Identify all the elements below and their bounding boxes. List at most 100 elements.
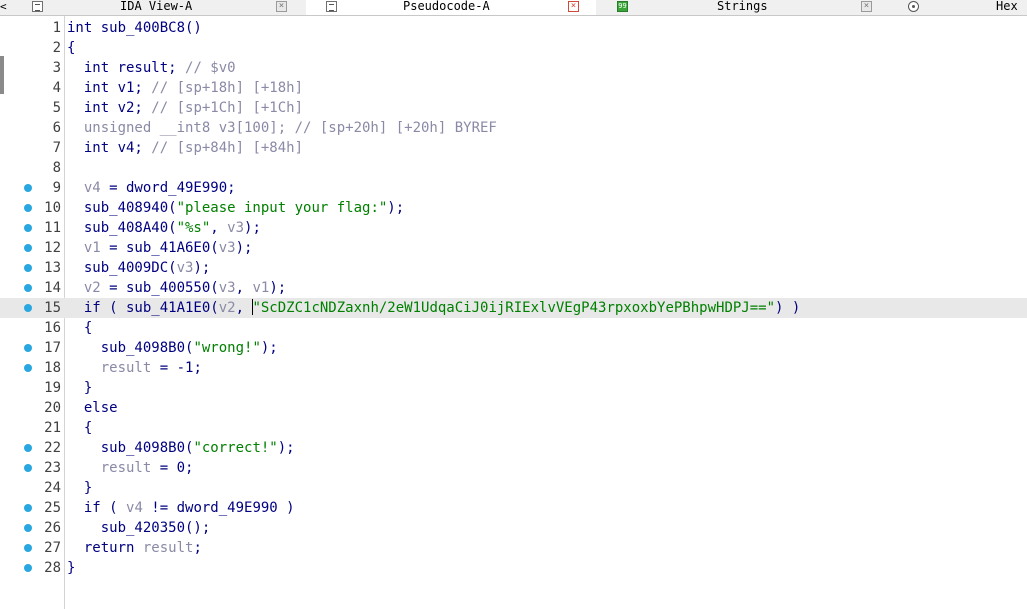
breakpoint-dot-icon[interactable] [24, 344, 32, 352]
code-token: int v1; [67, 80, 152, 96]
close-icon[interactable]: × [276, 1, 287, 12]
code-line[interactable]: 26 sub_420350(); [0, 518, 1027, 538]
breakpoint-dot-icon[interactable] [24, 524, 32, 532]
code-text: int v4; // [sp+84h] [+84h] [67, 138, 303, 158]
code-token: int sub_400BC8() [67, 20, 202, 36]
code-text: return result; [67, 538, 202, 558]
code-line[interactable]: 7 int v4; // [sp+84h] [+84h] [0, 138, 1027, 158]
code-text: sub_408940("please input your flag:"); [67, 198, 404, 218]
breakpoint-dot-icon[interactable] [24, 204, 32, 212]
close-icon[interactable]: × [568, 1, 579, 12]
code-token: v3 [176, 260, 194, 276]
tab-label: Strings [717, 0, 768, 13]
code-text: int sub_400BC8() [67, 18, 202, 38]
line-number: 9 [52, 180, 61, 196]
code-line[interactable]: 19 } [0, 378, 1027, 398]
code-line[interactable]: 18 result = -1; [0, 358, 1027, 378]
tab-pseudocode[interactable]: Pseudocode-A × [306, 0, 596, 15]
breakpoint-dot-icon[interactable] [24, 504, 32, 512]
breakpoint-dot-icon[interactable] [24, 284, 32, 292]
code-line[interactable]: 4 int v1; // [sp+18h] [+18h] [0, 78, 1027, 98]
breakpoint-dot-icon[interactable] [24, 464, 32, 472]
code-line[interactable]: 25 if ( v4 != dword_49E990 ) [0, 498, 1027, 518]
code-token: // [sp+1Ch] [+1Ch] [151, 100, 304, 116]
breakpoint-dot-icon[interactable] [24, 264, 32, 272]
close-icon[interactable]: × [861, 1, 872, 12]
code-line[interactable]: 9 v4 = dword_49E990; [0, 178, 1027, 198]
code-line[interactable]: 6 unsigned __int8 v3[100]; // [sp+20h] [… [0, 118, 1027, 138]
code-token: ; [193, 540, 202, 556]
code-token: , [235, 280, 253, 296]
code-text: int v2; // [sp+1Ch] [+1Ch] [67, 98, 303, 118]
code-line[interactable]: 2{ [0, 38, 1027, 58]
code-line[interactable]: 22 sub_4098B0("correct!"); [0, 438, 1027, 458]
code-token: ); [235, 240, 253, 256]
breakpoint-dot-icon[interactable] [24, 564, 32, 572]
code-text: sub_4098B0("wrong!"); [67, 338, 278, 358]
breakpoint-dot-icon[interactable] [24, 544, 32, 552]
code-token: ); [193, 260, 211, 276]
code-line[interactable]: 8 [0, 158, 1027, 178]
code-line[interactable]: 10 sub_408940("please input your flag:")… [0, 198, 1027, 218]
code-line[interactable]: 3 int result; // $v0 [0, 58, 1027, 78]
breakpoint-dot-icon[interactable] [24, 444, 32, 452]
line-number: 6 [52, 120, 61, 136]
code-line[interactable]: 15 if ( sub_41A1E0(v2, "ScDZC1cNDZaxnh/2… [0, 298, 1027, 318]
code-token: sub_408A40( [67, 220, 177, 236]
code-token: ) ) [775, 300, 801, 316]
line-number: 2 [52, 40, 61, 56]
tab-ida-view[interactable]: IDA View-A × [9, 0, 299, 15]
tab-label: Hex [996, 0, 1018, 13]
code-token: , [235, 300, 253, 316]
tab-label: Pseudocode-A [403, 0, 490, 13]
code-token: v1 [67, 240, 101, 256]
breakpoint-dot-icon[interactable] [24, 184, 32, 192]
line-number: 7 [52, 140, 61, 156]
code-token: // [sp+18h] [+18h] [151, 80, 304, 96]
line-number: 15 [44, 300, 61, 316]
code-token: return [67, 540, 143, 556]
pseudocode-editor[interactable]: 1 int sub_400BC8() 2{3 int result; // $v0 4… [0, 16, 1027, 609]
code-line[interactable]: 1 int sub_400BC8() [0, 18, 1027, 38]
code-token: v1 [252, 280, 270, 296]
code-line[interactable]: 12 v1 = sub_41A6E0(v3); [0, 238, 1027, 258]
code-text: { [67, 38, 75, 58]
line-number: 23 [44, 460, 61, 476]
code-text: int result; // $v0 [67, 58, 236, 78]
code-line[interactable]: 21 { [0, 418, 1027, 438]
code-line[interactable]: 11 sub_408A40("%s", v3); [0, 218, 1027, 238]
code-line[interactable]: 17 sub_4098B0("wrong!"); [0, 338, 1027, 358]
breakpoint-dot-icon[interactable] [24, 244, 32, 252]
line-number: 10 [44, 200, 61, 216]
strings-icon: 99 [617, 1, 628, 12]
code-token: "correct!" [193, 440, 278, 456]
code-token: // [sp+84h] [+84h] [151, 140, 304, 156]
code-token: { [67, 40, 76, 56]
breakpoint-dot-icon[interactable] [24, 364, 32, 372]
code-line[interactable]: 23 result = 0; [0, 458, 1027, 478]
code-line[interactable]: 5 int v2; // [sp+1Ch] [+1Ch] [0, 98, 1027, 118]
code-token: int v4; [67, 140, 152, 156]
code-line[interactable]: 28} [0, 558, 1027, 578]
line-number: 22 [44, 440, 61, 456]
code-token: int v2; [67, 100, 152, 116]
code-line[interactable]: 13 sub_4009DC(v3); [0, 258, 1027, 278]
breakpoint-dot-icon[interactable] [24, 224, 32, 232]
code-token: ); [269, 280, 287, 296]
code-text: int v1; // [sp+18h] [+18h] [67, 78, 303, 98]
code-line[interactable]: 16 { [0, 318, 1027, 338]
line-number: 4 [52, 80, 61, 96]
tab-strings[interactable]: 99 Strings × [603, 0, 895, 15]
code-line[interactable]: 14 v2 = sub_400550(v3, v1); [0, 278, 1027, 298]
tab-hex[interactable]: Hex [903, 0, 1027, 15]
tab-scroll-left-icon[interactable]: < [0, 0, 9, 15]
code-line[interactable]: 20 else [0, 398, 1027, 418]
breakpoint-dot-icon[interactable] [24, 304, 32, 312]
line-number: 13 [44, 260, 61, 276]
line-number: 26 [44, 520, 61, 536]
code-text: v2 = sub_400550(v3, v1); [67, 278, 286, 298]
code-token: sub_4009DC( [67, 260, 177, 276]
code-line[interactable]: 27 return result; [0, 538, 1027, 558]
line-number: 21 [44, 420, 61, 436]
code-line[interactable]: 24 } [0, 478, 1027, 498]
